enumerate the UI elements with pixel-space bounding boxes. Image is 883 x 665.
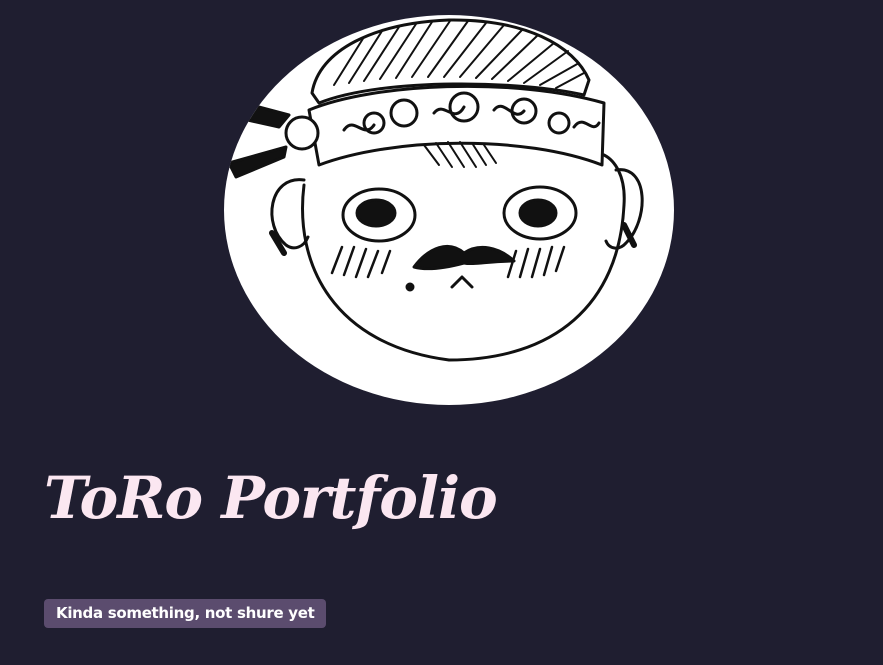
avatar: [224, 15, 674, 405]
page-title: ToRo Portfolio: [44, 464, 498, 532]
cartoon-face-avatar-icon: [227, 18, 644, 362]
tagline-badge: Kinda something, not shure yet: [44, 599, 327, 628]
